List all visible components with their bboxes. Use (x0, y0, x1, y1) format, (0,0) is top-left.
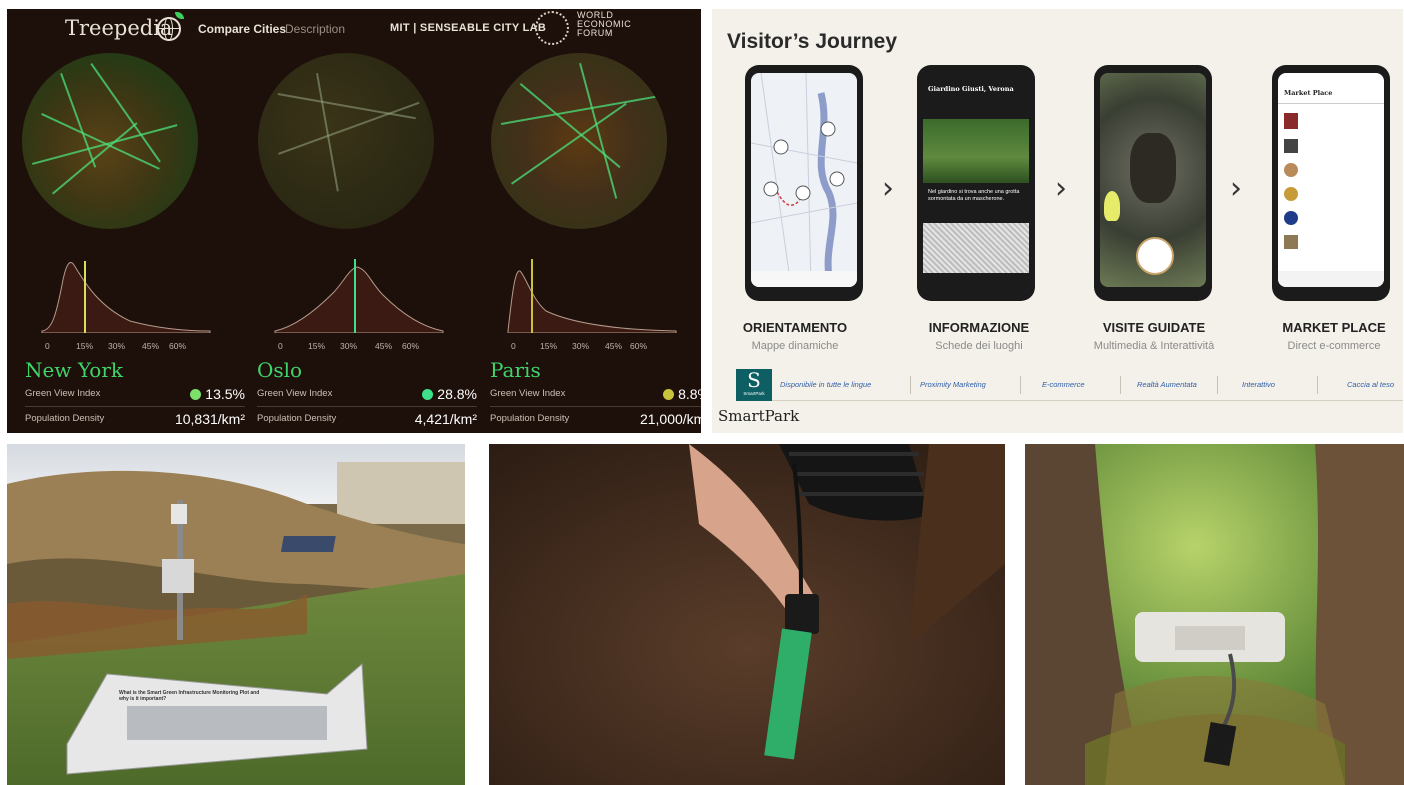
feature-title-informazione: INFORMAZIONE (928, 320, 1030, 335)
map-screen (751, 73, 857, 287)
leaf-icon (175, 12, 184, 19)
photo-soil-sensor (489, 444, 1005, 785)
mit-senseable-logo: MIT | SENSEABLE CITY LAB (390, 22, 547, 34)
sign-panel-title: What is the Smart Green Infrastructure M… (119, 690, 260, 702)
gvi-row-new-york: Green View Index 13.5% (25, 386, 245, 402)
info-screen: Giardino Giusti, Verona Nel giardino si … (923, 73, 1029, 287)
gvi-dot-icon (422, 389, 434, 400)
band-item-interactive: Interattivo (1242, 380, 1275, 389)
chevron-right-icon: › (882, 171, 894, 206)
treepedia-panel: Treepedia Compare Cities Description MIT… (7, 9, 701, 433)
band-item-ecommerce: E-commerce (1042, 380, 1085, 389)
city-map-oslo[interactable] (258, 53, 434, 229)
city-map-paris[interactable] (491, 53, 667, 229)
density-row-paris: Population Density 21,000/km² (490, 411, 701, 427)
density-row-oslo: Population Density 4,421/km² (257, 411, 477, 427)
journey-title: Visitor’s Journey (727, 30, 898, 53)
feature-subtitle-visite-guidate: Multimedia & Interattività (1093, 340, 1215, 352)
nav-compare-cities[interactable]: Compare Cities (198, 22, 286, 36)
feature-title-market-place: MARKET PLACE (1282, 320, 1386, 335)
tour-screen (1100, 73, 1206, 287)
phone-orientamento (745, 65, 863, 301)
feature-title-orientamento: ORIENTAMENTO (742, 320, 848, 335)
city-name-paris: Paris (490, 358, 541, 382)
gvi-dot-icon (190, 389, 202, 400)
smartpark-wordmark: SmartPark (718, 407, 800, 425)
visitors-journey-panel: Visitor’s Journey › Giardino Giusti, Ver… (712, 9, 1403, 433)
wef-emblem-icon (535, 11, 569, 45)
wef-logo: WORLD ECONOMIC FORUM (577, 10, 632, 38)
distribution-chart-new-york (40, 255, 212, 333)
photo-monitoring-plot: What is the Smart Green Infrastructure M… (7, 444, 465, 785)
feature-subtitle-market-place: Direct e-commerce (1287, 340, 1381, 352)
band-item-languages: Disponibile in tutte le lingue (780, 380, 872, 389)
axis-ticks-paris: 0 15% 30% 45% 60% (511, 341, 648, 351)
density-row-new-york: Population Density 10,831/km² (25, 411, 245, 427)
feature-subtitle-informazione: Schede dei luoghi (935, 340, 1023, 352)
band-item-treasure-hunt: Caccia al teso (1347, 380, 1395, 389)
smartpark-logo: S SmartPark (736, 369, 772, 401)
distribution-chart-paris (506, 255, 678, 333)
market-screen: Market Place (1278, 73, 1384, 287)
info-caption: Nel giardino si trova anche una grotta s… (928, 189, 1020, 202)
photo-forest-sensor (1025, 444, 1404, 785)
phone-informazione: Giardino Giusti, Verona Nel giardino si … (917, 65, 1035, 301)
feature-subtitle-orientamento: Mappe dinamiche (751, 340, 839, 352)
gvi-row-oslo: Green View Index 28.8% (257, 386, 477, 402)
distribution-chart-oslo (273, 255, 445, 333)
city-map-new-york[interactable] (22, 53, 198, 229)
city-name-new-york: New York (25, 358, 123, 382)
chevron-right-icon: › (1230, 171, 1242, 206)
gvi-row-paris: Green View Index 8.8% (490, 386, 701, 402)
band-item-proximity: Proximity Marketing (920, 380, 986, 389)
globe-icon (157, 17, 181, 41)
city-name-oslo: Oslo (257, 358, 303, 382)
axis-ticks-new-york: 0 15% 30% 45% 60% (45, 341, 187, 351)
info-heading: Giardino Giusti, Verona (928, 85, 1014, 93)
nav-description[interactable]: Description (285, 22, 345, 36)
market-heading: Market Place (1284, 89, 1333, 97)
band-item-ar: Realtà Aumentata (1137, 380, 1197, 389)
feature-title-visite-guidate: VISITE GUIDATE (1102, 320, 1206, 335)
phone-market-place: Market Place (1272, 65, 1390, 301)
axis-ticks-oslo: 0 15% 30% 45% 60% (278, 341, 420, 351)
gvi-dot-icon (663, 389, 675, 400)
chevron-right-icon: › (1055, 171, 1067, 206)
phone-visite-guidate (1094, 65, 1212, 301)
